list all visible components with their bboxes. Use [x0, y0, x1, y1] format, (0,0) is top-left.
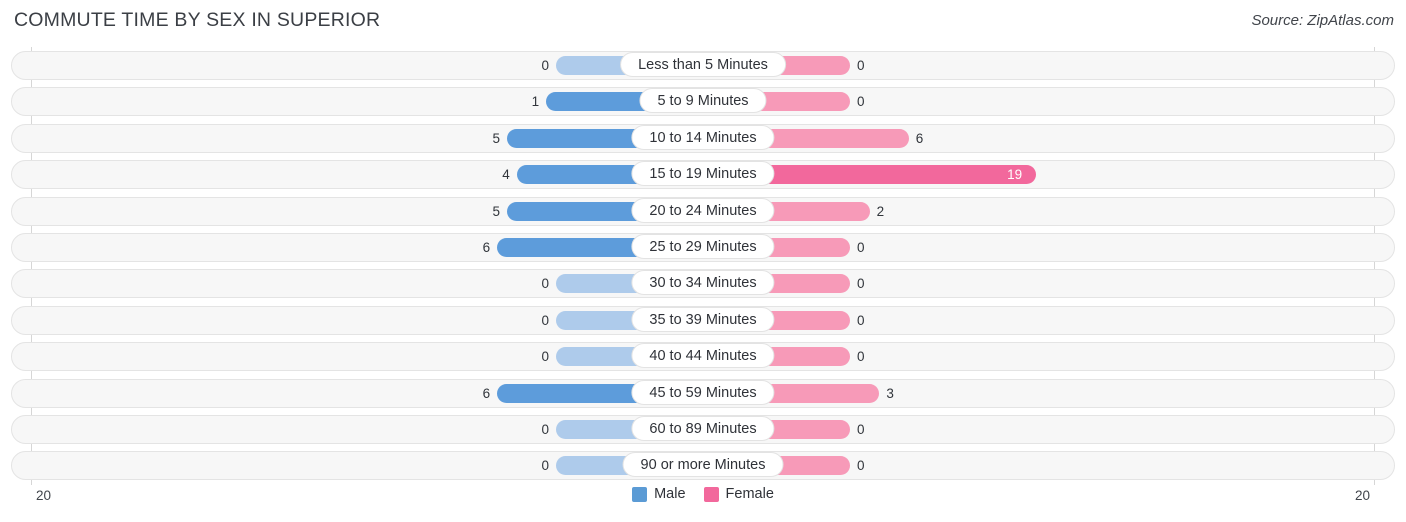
- legend-item[interactable]: Female: [703, 486, 774, 502]
- legend-swatch-icon: [632, 486, 648, 502]
- value-label-male: 5: [492, 203, 500, 219]
- table-row[interactable]: 5 6 10 to 14 Minutes: [11, 123, 1395, 153]
- chart-legend: Male Female: [0, 486, 1406, 502]
- table-row[interactable]: 0 0 Less than 5 Minutes: [11, 51, 1395, 80]
- table-row[interactable]: 1 0 5 to 9 Minutes: [11, 87, 1395, 117]
- value-label-female: 0: [857, 58, 865, 73]
- value-label-male: 0: [541, 422, 549, 437]
- table-row[interactable]: 0 0 90 or more Minutes: [11, 451, 1395, 481]
- value-label-female: 19: [1007, 167, 1023, 183]
- table-row[interactable]: 0 0 35 to 39 Minutes: [11, 305, 1395, 335]
- value-label-female: 0: [857, 349, 865, 365]
- table-row[interactable]: 0 0 40 to 44 Minutes: [11, 342, 1395, 372]
- value-label-female: 0: [857, 312, 865, 328]
- table-row[interactable]: 5 2 20 to 24 Minutes: [11, 196, 1395, 226]
- table-row[interactable]: 0 0 60 to 89 Minutes: [11, 415, 1395, 444]
- value-label-female: 2: [876, 203, 885, 219]
- value-label-male: 6: [482, 385, 491, 401]
- table-row[interactable]: 0 0 30 to 34 Minutes: [11, 269, 1395, 299]
- value-label-male: 0: [541, 349, 549, 365]
- page-title: COMMUTE TIME BY SEX IN SUPERIOR: [14, 9, 381, 31]
- value-label-female: 0: [857, 422, 865, 437]
- category-label: Less than 5 Minutes: [620, 52, 786, 77]
- table-row[interactable]: 4 19 15 to 19 Minutes: [11, 160, 1395, 190]
- chart-page: COMMUTE TIME BY SEX IN SUPERIOR Source: …: [0, 0, 1406, 522]
- category-label: 5 to 9 Minutes: [639, 88, 767, 114]
- value-label-male: 0: [541, 276, 549, 292]
- category-label: 10 to 14 Minutes: [631, 124, 775, 150]
- value-label-female: 0: [857, 240, 865, 255]
- value-label-female: 6: [915, 130, 924, 146]
- category-label: 45 to 59 Minutes: [631, 379, 775, 405]
- table-row[interactable]: 6 0 25 to 29 Minutes: [11, 233, 1395, 262]
- category-label: 60 to 89 Minutes: [631, 416, 775, 441]
- category-label: 20 to 24 Minutes: [631, 197, 775, 223]
- category-label: 15 to 19 Minutes: [631, 161, 775, 187]
- category-label: 25 to 29 Minutes: [631, 234, 775, 259]
- chart-plot-area: 0 0 Less than 5 Minutes 1 0 5 to 9 Minutes 5 6 1…: [0, 47, 1406, 487]
- value-label-male: 0: [541, 58, 549, 73]
- value-label-male: 4: [502, 167, 510, 183]
- value-label-male: 5: [492, 130, 500, 146]
- category-label: 40 to 44 Minutes: [631, 343, 775, 369]
- legend-swatch-icon: [703, 486, 719, 502]
- category-label: 35 to 39 Minutes: [631, 306, 775, 332]
- source-attribution: Source: ZipAtlas.com: [1251, 12, 1394, 29]
- value-label-male: 1: [531, 94, 540, 110]
- value-label-female: 0: [857, 94, 865, 110]
- legend-label: Female: [725, 486, 774, 502]
- category-label: 30 to 34 Minutes: [631, 270, 775, 296]
- value-label-female: 0: [857, 458, 865, 474]
- category-label: 90 or more Minutes: [622, 452, 784, 478]
- value-label-male: 0: [541, 312, 549, 328]
- legend-item[interactable]: Male: [632, 486, 686, 502]
- value-label-male: 6: [482, 240, 491, 255]
- legend-label: Male: [654, 486, 686, 502]
- table-row[interactable]: 6 3 45 to 59 Minutes: [11, 378, 1395, 408]
- value-label-female: 3: [886, 385, 894, 401]
- value-label-male: 0: [541, 458, 549, 474]
- value-label-female: 0: [857, 276, 865, 292]
